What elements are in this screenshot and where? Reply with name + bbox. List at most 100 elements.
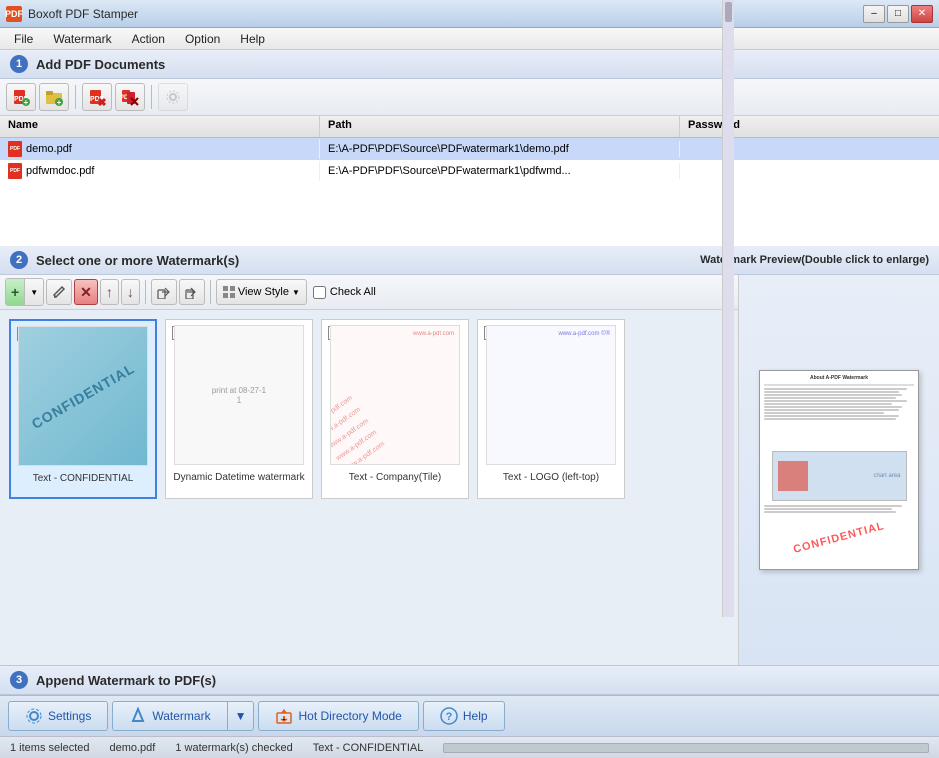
conf-text: CONFIDENTIAL <box>29 360 138 432</box>
file-name: pdfwmdoc.pdf <box>26 165 94 177</box>
pdf-icon: PDF <box>8 163 22 179</box>
maximize-button[interactable]: □ <box>887 5 909 23</box>
add-wm-group: + ▼ <box>5 278 44 306</box>
pdf-icon: PDF <box>8 141 22 157</box>
configure-button <box>158 83 188 111</box>
watermark-dropdown[interactable]: ▼ <box>227 702 254 730</box>
svg-text:+: + <box>24 98 29 106</box>
section1-title: Add PDF Documents <box>36 57 165 72</box>
file-list: PDF demo.pdf E:\A-PDF\PDF\Source\PDFwate… <box>0 138 939 246</box>
toolbar-sep1 <box>75 85 76 109</box>
section2-number: 2 <box>10 251 28 269</box>
toolbar-sep2 <box>151 85 152 109</box>
wm-item[interactable]: www.a-pdf.com ©® Text - LOGO (left-top) <box>477 319 625 499</box>
file-name-cell: PDF pdfwmdoc.pdf <box>0 161 320 181</box>
wm-sep2 <box>210 280 211 304</box>
file-pass-cell <box>680 147 939 151</box>
col-header-password: Password <box>680 116 939 137</box>
file-path-cell: E:\A-PDF\PDF\Source\PDFwatermark1\demo.p… <box>320 141 680 157</box>
export-button[interactable] <box>179 279 205 305</box>
add-folder-button[interactable]: + <box>39 83 69 111</box>
delete-wm-button[interactable]: ✕ <box>74 279 98 305</box>
watermark-name-status: Text - CONFIDENTIAL <box>313 742 424 754</box>
section3-number: 3 <box>10 671 28 689</box>
title-bar: PDF Boxoft PDF Stamper – □ ✕ <box>0 0 939 28</box>
status-bar: 1 items selected demo.pdf 1 watermark(s)… <box>0 736 939 758</box>
settings-label: Settings <box>48 709 91 723</box>
menu-option[interactable]: Option <box>175 30 230 48</box>
wm-label: Text - CONFIDENTIAL <box>28 471 139 486</box>
edit-wm-button[interactable] <box>46 279 72 305</box>
add-wm-dropdown[interactable]: ▼ <box>25 279 43 305</box>
minimize-button[interactable]: – <box>863 5 885 23</box>
remove-all-button[interactable]: PDF <box>115 83 145 111</box>
conf-wm: CONFIDENTIAL <box>19 327 147 465</box>
section1-number: 1 <box>10 55 28 73</box>
check-all-checkbox[interactable] <box>313 286 326 299</box>
close-button[interactable]: ✕ <box>911 5 933 23</box>
wm-preview: www.a-pdf.com ©® <box>486 325 616 465</box>
svg-text:?: ? <box>445 711 452 723</box>
wm-preview: www.a-pdf.com www.a-pdf.comwww.a-pdf.com… <box>330 325 460 465</box>
section2-header: 2 Select one or more Watermark(s) Waterm… <box>0 246 939 275</box>
wm-preview: print at 08-27-11 <box>174 325 304 465</box>
preview-content: About A-PDF Watermark <box>739 275 939 665</box>
move-down-button[interactable]: ↓ <box>121 279 140 305</box>
menu-action[interactable]: Action <box>122 30 175 48</box>
preview-doc-title: About A-PDF Watermark <box>764 375 914 381</box>
menu-help[interactable]: Help <box>230 30 275 48</box>
preview-image[interactable]: About A-PDF Watermark <box>759 370 919 570</box>
wm-item[interactable]: www.a-pdf.com www.a-pdf.comwww.a-pdf.com… <box>321 319 469 499</box>
file-name-cell: PDF demo.pdf <box>0 139 320 159</box>
wm-item[interactable]: print at 08-27-11 Dynamic Datetime water… <box>165 319 313 499</box>
wm-item[interactable]: ✓ CONFIDENTIAL Text - CONFIDENTIAL <box>9 319 157 499</box>
file-row[interactable]: PDF demo.pdf E:\A-PDF\PDF\Source\PDFwate… <box>0 138 939 160</box>
wm-scrollbar[interactable] <box>722 310 734 617</box>
settings-button[interactable]: Settings <box>8 701 108 731</box>
view-style-button[interactable]: View Style ▼ <box>216 279 307 305</box>
section3-title: Append Watermark to PDF(s) <box>36 673 216 688</box>
section1-header: 1 Add PDF Documents <box>0 50 939 79</box>
section1-body: Name Path Password PDF demo.pdf E:\A-PDF… <box>0 116 939 246</box>
watermark-button[interactable]: Watermark <box>113 702 226 730</box>
import-button[interactable] <box>151 279 177 305</box>
watermarks-checked: 1 watermark(s) checked <box>175 742 292 754</box>
hot-directory-label: Hot Directory Mode <box>298 709 401 723</box>
help-label: Help <box>463 709 488 723</box>
section1-toolbar: PDF+ + PDF PDF <box>0 79 939 116</box>
help-button[interactable]: ? Help <box>423 701 505 731</box>
wm-label: Dynamic Datetime watermark <box>168 470 309 485</box>
add-file-button[interactable]: PDF+ <box>6 83 36 111</box>
remove-button[interactable]: PDF <box>82 83 112 111</box>
section3-header: 3 Append Watermark to PDF(s) <box>0 665 939 695</box>
wm-sep1 <box>145 280 146 304</box>
hot-directory-button[interactable]: Hot Directory Mode <box>258 701 418 731</box>
watermark-panel: + ▼ ✕ ↑ ↓ View Style <box>0 275 739 665</box>
view-style-label: View Style <box>238 286 289 298</box>
app-title: Boxoft PDF Stamper <box>28 7 138 21</box>
preview-img-block: chart area <box>772 451 907 501</box>
col-header-name: Name <box>0 116 320 137</box>
app-icon: PDF <box>6 6 22 22</box>
wm-label: Text - Company(Tile) <box>344 470 446 485</box>
preview-header-label: Watermark Preview(Double click to enlarg… <box>700 254 929 266</box>
section2-body: + ▼ ✕ ↑ ↓ View Style <box>0 275 939 665</box>
status-progress <box>443 743 929 753</box>
menu-watermark[interactable]: Watermark <box>43 30 121 48</box>
file-row[interactable]: PDF pdfwmdoc.pdf E:\A-PDF\PDF\Source\PDF… <box>0 160 939 182</box>
preview-panel: About A-PDF Watermark <box>739 275 939 665</box>
add-wm-button[interactable]: + <box>6 279 25 305</box>
menu-file[interactable]: File <box>4 30 43 48</box>
file-path-cell: E:\A-PDF\PDF\Source\PDFwatermark1\pdfwmd… <box>320 163 680 179</box>
preview-lines <box>764 387 914 448</box>
preview-doc: About A-PDF Watermark <box>760 371 918 569</box>
col-header-path: Path <box>320 116 680 137</box>
wm-grid: ✓ CONFIDENTIAL Text - CONFIDENTIAL print… <box>0 310 738 665</box>
items-selected: 1 items selected <box>10 742 89 754</box>
move-up-button[interactable]: ↑ <box>100 279 119 305</box>
check-all-label: Check All <box>330 286 376 298</box>
section1: 1 Add PDF Documents PDF+ + PDF PDF Name … <box>0 50 939 246</box>
file-pass-cell <box>680 169 939 173</box>
file-list-header: Name Path Password <box>0 116 939 138</box>
section2-title: Select one or more Watermark(s) <box>36 253 239 268</box>
